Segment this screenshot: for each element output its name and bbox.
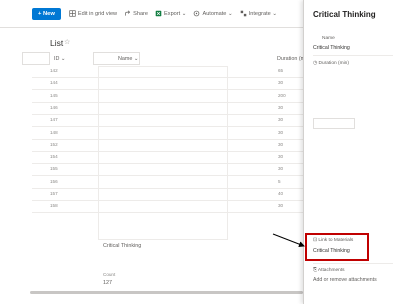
annotation-arrow — [272, 233, 305, 247]
